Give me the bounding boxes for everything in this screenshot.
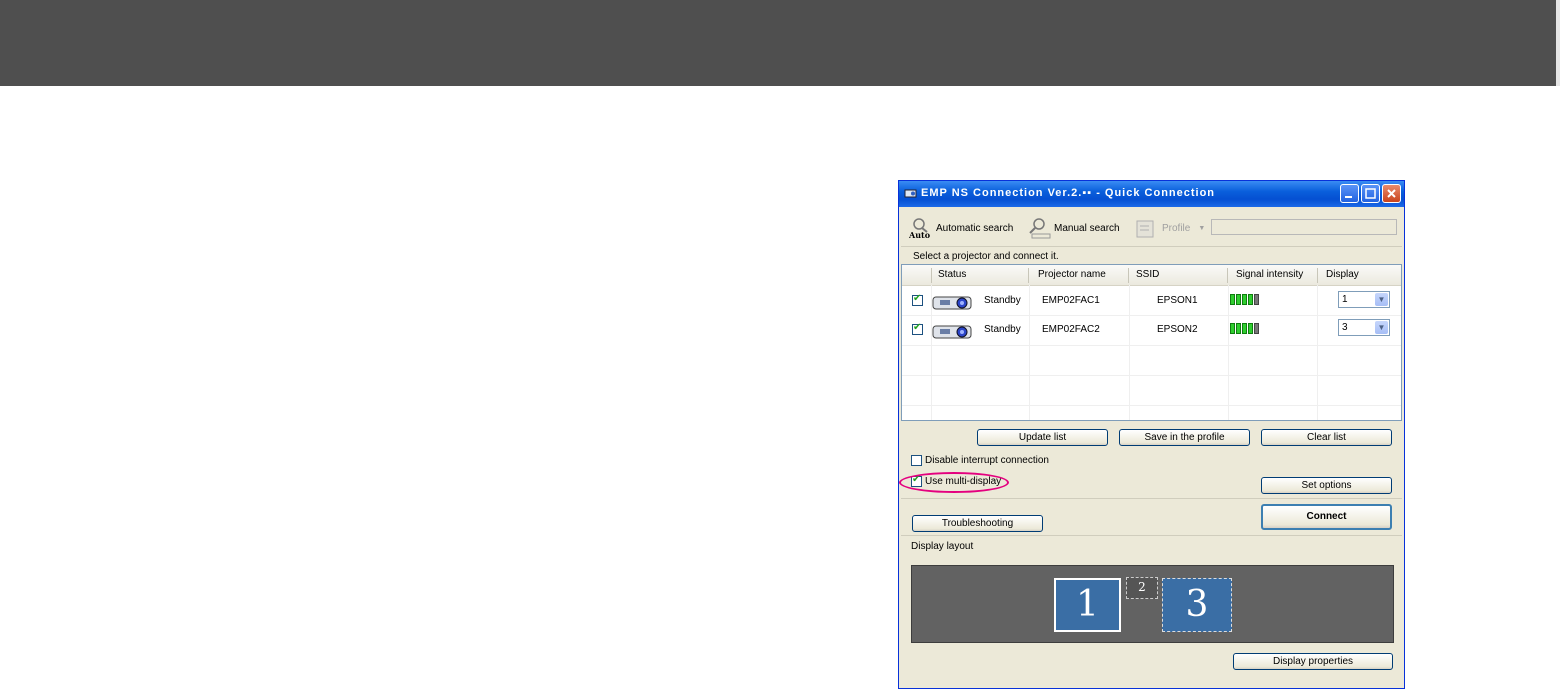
disable-interrupt-checkbox[interactable]	[911, 455, 922, 466]
ssid: EPSON2	[1157, 324, 1198, 335]
display-screen-2[interactable]: 2	[1126, 577, 1158, 599]
signal-indicator	[1230, 323, 1259, 334]
column-divider	[1128, 268, 1129, 283]
title-bar[interactable]: EMP NS Connection Ver.2.▪▪ - Quick Conne…	[899, 181, 1404, 207]
profile-icon	[1136, 220, 1154, 238]
projector-name: EMP02FAC2	[1042, 324, 1100, 335]
auto-search-icon: Auto	[909, 218, 931, 239]
minimize-icon	[1345, 196, 1352, 198]
profile-dropdown-icon: ▼	[1198, 224, 1206, 232]
window-title: EMP NS Connection Ver.2.▪▪ - Quick Conne…	[921, 187, 1216, 199]
table-row[interactable]: Standby EMP02FAC1 EPSON1 1 ▼	[902, 286, 1401, 316]
column-header-display[interactable]: Display	[1326, 269, 1359, 280]
ssid: EPSON1	[1157, 295, 1198, 306]
column-divider	[1317, 268, 1318, 283]
display-select-value: 3	[1342, 322, 1348, 333]
grid-line	[902, 405, 1401, 406]
projector-name: EMP02FAC1	[1042, 295, 1100, 306]
toolbar-divider	[901, 246, 1402, 247]
save-profile-button[interactable]: Save in the profile	[1119, 429, 1250, 446]
profile-field[interactable]	[1211, 219, 1397, 235]
close-icon	[1387, 189, 1396, 198]
instruction-text: Select a projector and connect it.	[913, 251, 1059, 262]
column-header-status[interactable]: Status	[938, 269, 966, 280]
set-options-button[interactable]: Set options	[1261, 477, 1392, 494]
automatic-search-label: Automatic search	[936, 222, 1014, 234]
signal-indicator	[1230, 294, 1259, 305]
disable-interrupt-option[interactable]: Disable interrupt connection	[911, 455, 1049, 466]
column-divider	[931, 268, 932, 283]
column-divider	[1028, 268, 1029, 283]
header-banner	[0, 0, 1556, 86]
highlight-ellipse	[899, 472, 1009, 493]
banner-edge	[1556, 0, 1560, 86]
display-select[interactable]: 3 ▼	[1338, 319, 1390, 336]
quick-connection-window: EMP NS Connection Ver.2.▪▪ - Quick Conne…	[898, 180, 1405, 689]
automatic-search-button[interactable]: Auto Automatic search	[909, 217, 1013, 239]
minimize-button[interactable]	[1340, 184, 1359, 203]
manual-search-button[interactable]: Manual search	[1029, 217, 1120, 239]
column-header-projector-name[interactable]: Projector name	[1038, 269, 1106, 280]
table-row[interactable]: Standby EMP02FAC2 EPSON2 3 ▼	[902, 315, 1401, 345]
chevron-down-icon[interactable]: ▼	[1375, 321, 1388, 334]
display-layout-label: Display layout	[911, 541, 974, 552]
display-screen-3[interactable]: 3	[1162, 578, 1232, 632]
update-list-button[interactable]: Update list	[977, 429, 1108, 446]
display-properties-button[interactable]: Display properties	[1233, 653, 1393, 670]
manual-search-label: Manual search	[1054, 222, 1120, 234]
profile-label: Profile	[1162, 222, 1191, 234]
display-select-value: 1	[1342, 294, 1348, 305]
row-checkbox[interactable]	[912, 322, 923, 335]
grid-line	[902, 345, 1401, 346]
display-layout-area[interactable]: 1 2 3	[911, 565, 1394, 643]
troubleshooting-button[interactable]: Troubleshooting	[912, 515, 1043, 532]
column-header-signal[interactable]: Signal intensity	[1236, 269, 1303, 280]
list-header: Status Projector name SSID Signal intens…	[902, 265, 1401, 286]
column-header-ssid[interactable]: SSID	[1136, 269, 1159, 280]
close-button[interactable]	[1382, 184, 1401, 203]
maximize-button[interactable]	[1361, 184, 1380, 203]
display-screen-1[interactable]: 1	[1054, 578, 1121, 632]
status-text: Standby	[984, 324, 1021, 335]
maximize-icon	[1365, 188, 1376, 199]
chevron-down-icon[interactable]: ▼	[1375, 293, 1388, 306]
projector-icon	[932, 296, 972, 310]
section-divider	[901, 498, 1402, 499]
disable-interrupt-label: Disable interrupt connection	[925, 455, 1049, 466]
clear-list-button[interactable]: Clear list	[1261, 429, 1392, 446]
auto-icon-label: Auto	[909, 230, 931, 239]
projector-list[interactable]: Status Projector name SSID Signal intens…	[901, 264, 1402, 421]
status-text: Standby	[984, 295, 1021, 306]
column-divider	[1227, 268, 1228, 283]
section-divider	[901, 535, 1402, 536]
profile-button[interactable]: Profile ▼	[1135, 217, 1205, 239]
row-checkbox[interactable]	[912, 293, 923, 306]
display-select[interactable]: 1 ▼	[1338, 291, 1390, 308]
app-icon	[904, 189, 917, 198]
toolbar: Auto Automatic search Manual search Prof…	[899, 207, 1404, 247]
connect-button[interactable]: Connect	[1261, 504, 1392, 530]
projector-icon	[932, 325, 972, 339]
grid-line	[902, 375, 1401, 376]
manual-search-icon	[1029, 218, 1051, 239]
